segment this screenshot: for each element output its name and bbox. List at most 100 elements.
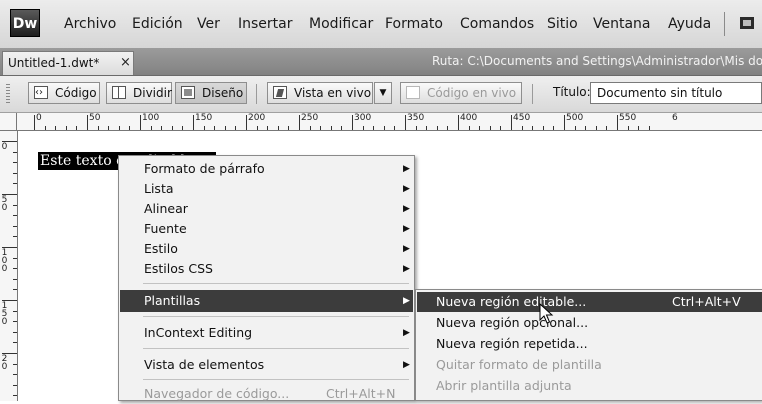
menu-ventana[interactable]: Ventana bbox=[593, 16, 651, 32]
ruler-corner[interactable] bbox=[0, 113, 17, 130]
menu-item-label: Alinear bbox=[144, 201, 188, 216]
menu-item-lista[interactable]: Lista ▶ bbox=[120, 179, 413, 199]
menu-item-plantillas[interactable]: Plantillas ▶ bbox=[120, 290, 413, 312]
document-tab-label: Untitled-1.dwt* bbox=[8, 56, 100, 70]
ruler-label: 200 bbox=[248, 113, 266, 123]
menu-item-estilo[interactable]: Estilo ▶ bbox=[120, 239, 413, 259]
vertical-ruler: 0 5 0 1 0 0 1 5 0 2 0 bbox=[0, 131, 18, 401]
menu-item-label: Estilos CSS bbox=[144, 261, 213, 276]
menu-item-label: Estilo bbox=[144, 241, 178, 256]
title-label: Título: bbox=[553, 85, 591, 99]
ruler-tick bbox=[13, 363, 17, 365]
submenu-arrow-icon: ▶ bbox=[403, 224, 410, 234]
menu-insertar[interactable]: Insertar bbox=[238, 16, 293, 32]
layout-icon[interactable] bbox=[740, 17, 754, 29]
ruler-tick bbox=[373, 126, 375, 130]
ruler-label: 100 bbox=[142, 113, 160, 123]
close-icon[interactable]: × bbox=[120, 52, 131, 74]
ruler-tick bbox=[161, 126, 163, 130]
ruler-tick bbox=[638, 126, 640, 130]
submenu-arrow-icon: ▶ bbox=[403, 184, 410, 194]
ruler-tick bbox=[426, 126, 428, 130]
ruler-tick bbox=[224, 126, 226, 130]
ruler-label: 500 bbox=[566, 113, 584, 123]
live-code-label: Código en vivo bbox=[427, 86, 517, 100]
live-view-button[interactable]: Vista en vivo bbox=[267, 82, 373, 104]
submenu-arrow-icon: ▶ bbox=[403, 296, 410, 306]
menu-item-label: Nueva región opcional... bbox=[436, 315, 589, 330]
menu-item-label: InContext Editing bbox=[144, 325, 253, 340]
ruler-label: 550 bbox=[619, 113, 637, 123]
menu-ayuda[interactable]: Ayuda bbox=[668, 16, 711, 32]
live-code-icon bbox=[406, 86, 420, 99]
ruler-tick bbox=[44, 126, 46, 130]
menu-sitio[interactable]: Sitio bbox=[547, 16, 578, 32]
menu-item-label: Vista de elementos bbox=[144, 357, 265, 372]
mouse-cursor-icon bbox=[539, 303, 554, 324]
ruler-tick bbox=[606, 126, 608, 130]
menu-comandos[interactable]: Comandos bbox=[460, 16, 534, 32]
ruler-label: 1 5 0 bbox=[1, 301, 8, 327]
split-view-button[interactable]: Dividir bbox=[106, 82, 172, 104]
menu-item-formato-parrafo[interactable]: Formato de párrafo ▶ bbox=[120, 159, 413, 179]
ruler-tick bbox=[34, 115, 35, 130]
ruler-tick bbox=[585, 126, 587, 130]
menu-item-label: Nueva región editable... bbox=[436, 294, 587, 309]
ruler-tick bbox=[564, 115, 565, 130]
live-code-button[interactable]: Código en vivo bbox=[400, 82, 522, 104]
document-tab[interactable]: Untitled-1.dwt* × bbox=[2, 51, 134, 75]
submenu-arrow-icon: ▶ bbox=[403, 264, 410, 274]
ruler-tick bbox=[118, 126, 120, 130]
menu-modificar[interactable]: Modificar bbox=[309, 16, 373, 32]
ruler-tick bbox=[341, 126, 343, 130]
menu-item-nueva-region-opcional[interactable]: Nueva región opcional... bbox=[417, 313, 762, 333]
ruler-tick bbox=[595, 126, 597, 130]
ruler-label: 5 0 bbox=[1, 195, 8, 213]
code-view-button[interactable]: Código bbox=[28, 82, 100, 104]
menu-item-navegador-codigo[interactable]: Navegador de código... Ctrl+Alt+N bbox=[120, 384, 413, 404]
menu-item-incontext-editing[interactable]: InContext Editing ▶ bbox=[120, 323, 413, 343]
ruler-tick bbox=[13, 257, 17, 259]
ruler-label: 2 0 bbox=[1, 354, 8, 372]
menu-item-fuente[interactable]: Fuente ▶ bbox=[120, 219, 413, 239]
ruler-tick bbox=[405, 115, 406, 130]
ruler-tick bbox=[13, 384, 17, 386]
ruler-tick bbox=[320, 126, 322, 130]
menu-edicion[interactable]: Edición bbox=[132, 16, 183, 32]
menu-archivo[interactable]: Archivo bbox=[64, 16, 116, 32]
menu-ver[interactable]: Ver bbox=[197, 16, 220, 32]
menu-item-estilos-css[interactable]: Estilos CSS ▶ bbox=[120, 259, 413, 279]
toolbar-grip-icon[interactable] bbox=[6, 84, 10, 104]
ruler-tick bbox=[256, 126, 258, 130]
toolbar-separator bbox=[532, 84, 533, 104]
ruler-tick bbox=[500, 126, 502, 130]
menu-separator bbox=[143, 283, 409, 284]
submenu-arrow-icon: ▶ bbox=[403, 204, 410, 214]
title-input[interactable]: Documento sin título bbox=[590, 82, 762, 104]
ruler-tick bbox=[182, 126, 184, 130]
code-view-label: Código bbox=[55, 86, 97, 100]
ruler-tick bbox=[13, 183, 17, 185]
menu-item-vista-elementos[interactable]: Vista de elementos ▶ bbox=[120, 355, 413, 375]
menu-item-nueva-region-repetida[interactable]: Nueva región repetida... bbox=[417, 334, 762, 354]
ruler-label: 300 bbox=[354, 113, 372, 123]
design-view-button[interactable]: Diseño bbox=[175, 82, 247, 104]
menu-item-nueva-region-editable[interactable]: Nueva región editable... Ctrl+Alt+V bbox=[417, 292, 762, 312]
ruler-tick bbox=[13, 342, 17, 344]
ruler-label: 1 0 0 bbox=[1, 248, 8, 274]
menu-item-abrir-plantilla[interactable]: Abrir plantilla adjunta bbox=[417, 376, 762, 396]
ruler-label: 0 bbox=[36, 113, 42, 123]
menu-formato[interactable]: Formato bbox=[385, 16, 443, 32]
ruler-label: 50 bbox=[89, 113, 101, 123]
menu-item-alinear[interactable]: Alinear ▶ bbox=[120, 199, 413, 219]
ruler-tick bbox=[171, 126, 173, 130]
submenu-arrow-icon: ▶ bbox=[403, 328, 410, 338]
design-view-icon bbox=[181, 86, 195, 99]
ruler-tick bbox=[13, 289, 17, 291]
dreamweaver-logo: Dw bbox=[10, 9, 40, 37]
ruler-tick bbox=[13, 162, 17, 164]
menu-item-quitar-formato[interactable]: Quitar formato de plantilla bbox=[417, 355, 762, 375]
ruler-tick bbox=[415, 126, 417, 130]
menu-item-label: Quitar formato de plantilla bbox=[436, 357, 602, 372]
live-view-dropdown[interactable]: ▼ bbox=[374, 82, 392, 104]
